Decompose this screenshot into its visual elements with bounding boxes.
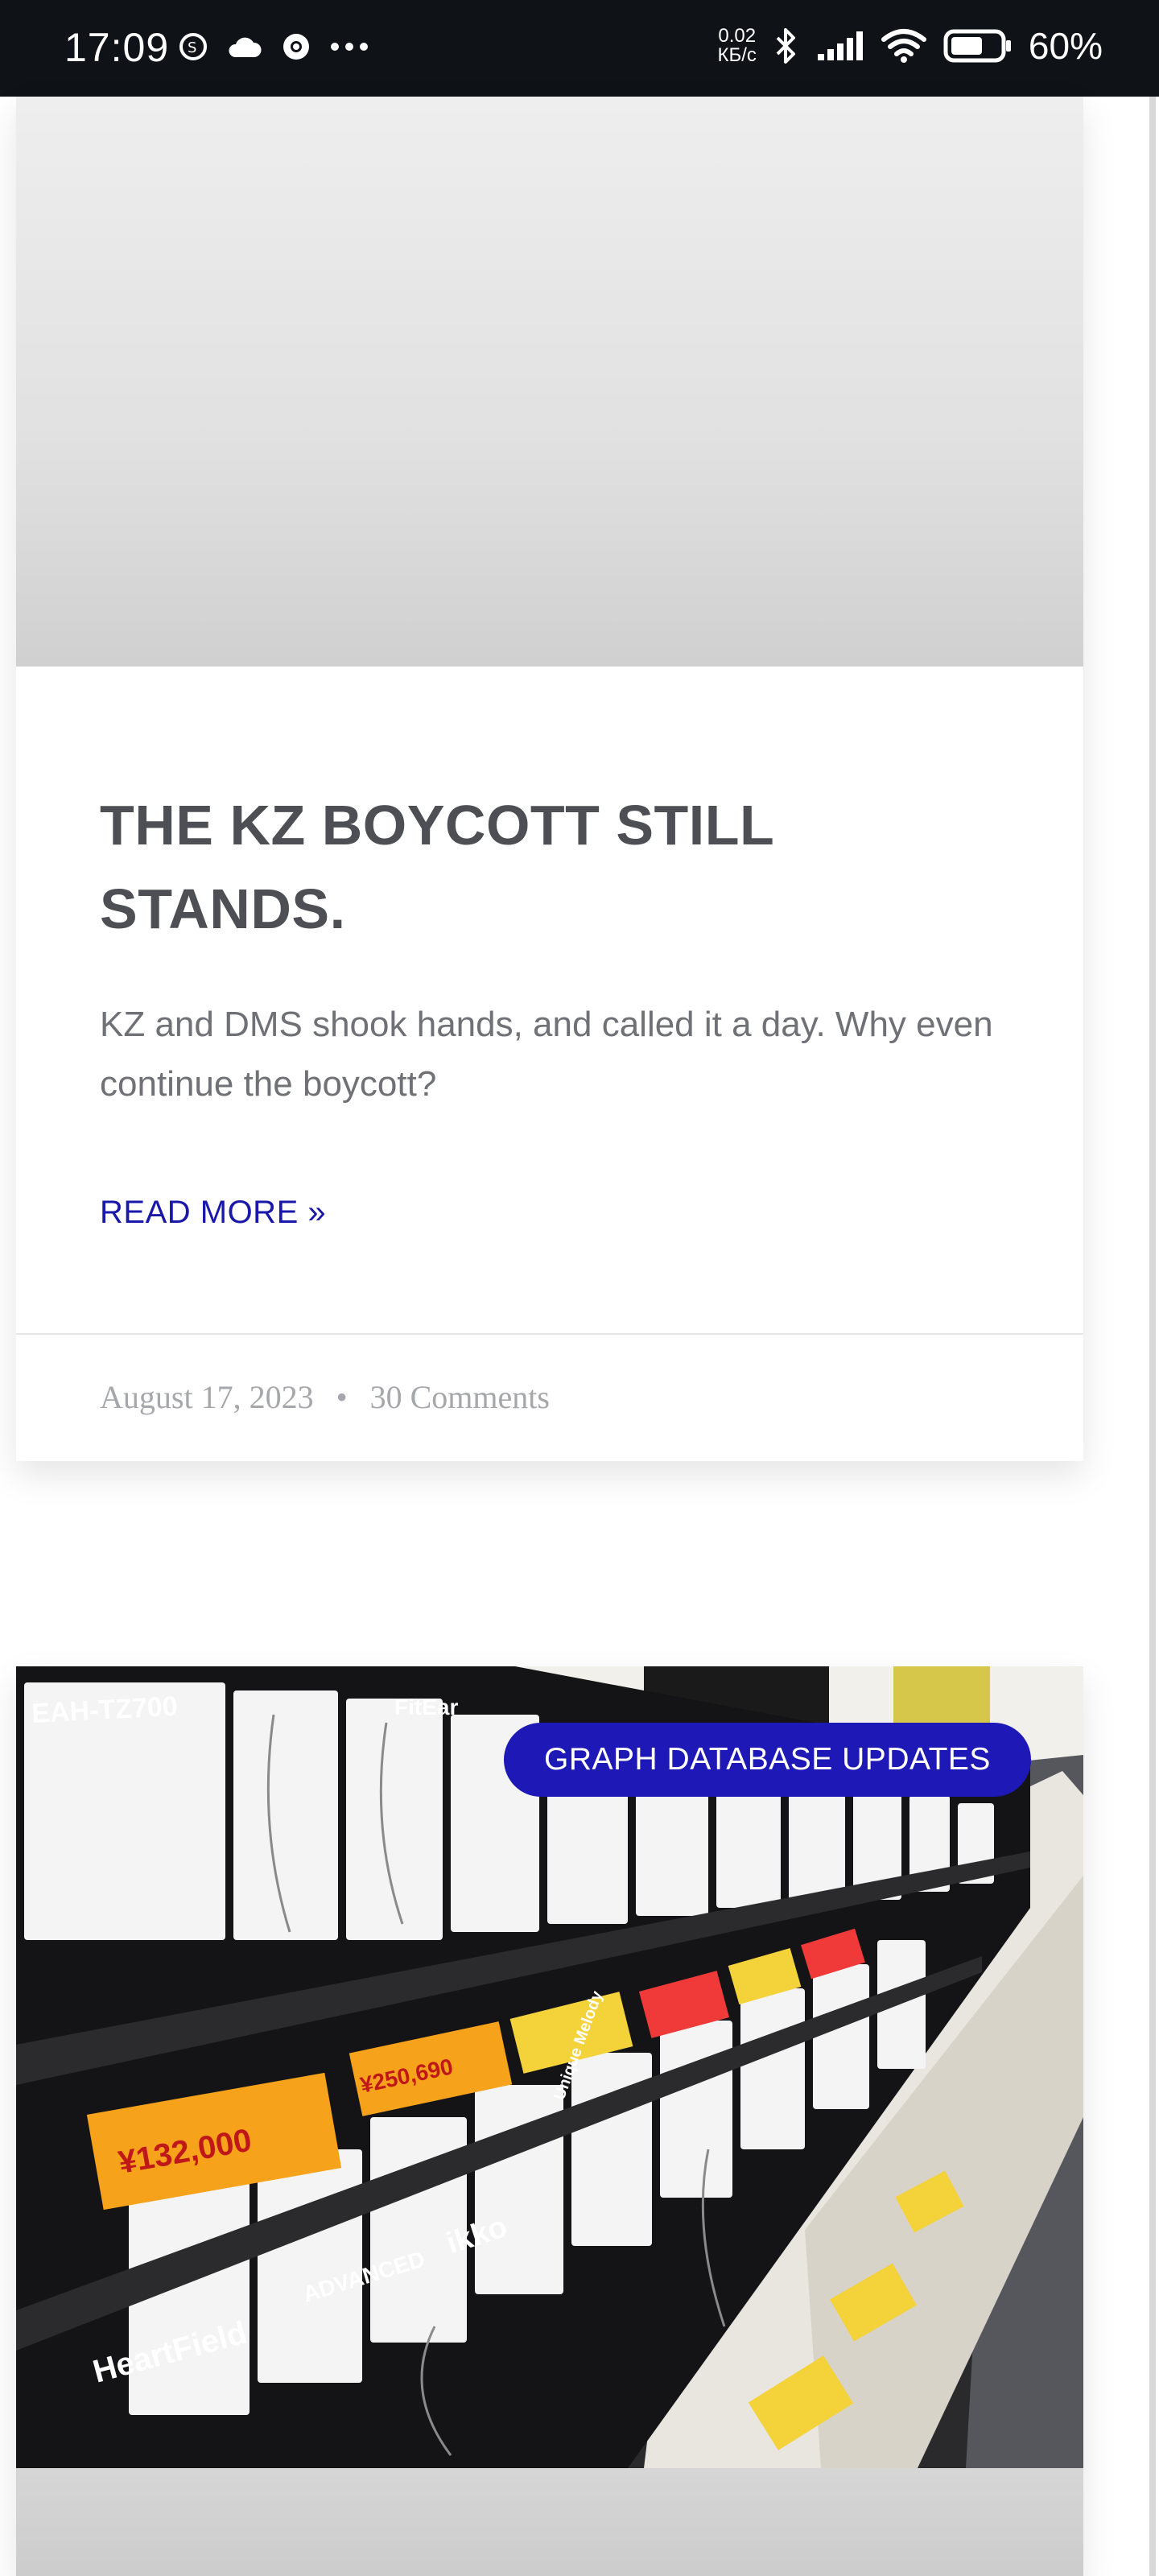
svg-text:S: S <box>188 39 196 56</box>
bluetooth-icon <box>776 28 795 64</box>
status-bar: 17:09 S 0.02 КБ/с 60% <box>0 0 1159 97</box>
post-card: THE KZ BOYCOTT STILL STANDS. KZ and DMS … <box>16 97 1083 1461</box>
post-card-body: THE KZ BOYCOTT STILL STANDS. KZ and DMS … <box>16 783 1083 1231</box>
battery-percentage: 60% <box>1028 25 1103 67</box>
post-card: EAH-TZ700 ¥132,000 ¥250,690 HeartField A… <box>16 1666 1083 2576</box>
post-meta: August 17, 2023 • 30 Comments <box>16 1333 1083 1461</box>
cloud-icon <box>229 37 262 57</box>
post-featured-image[interactable]: EAH-TZ700 ¥132,000 ¥250,690 HeartField A… <box>16 1666 1083 2468</box>
post-thumbnail[interactable] <box>16 97 1083 667</box>
battery-icon <box>943 29 1011 63</box>
net-speed-value: 0.02 <box>718 25 757 47</box>
scrollbar-track[interactable] <box>1149 97 1156 2576</box>
post-excerpt: KZ and DMS shook hands, and called it a … <box>100 1005 993 1104</box>
blog-feed: THE KZ BOYCOTT STILL STANDS. KZ and DMS … <box>0 97 1159 2576</box>
status-system-icons: 0.02 КБ/с 60% <box>718 24 1103 68</box>
category-badge[interactable]: GRAPH DATABASE UPDATES <box>504 1723 1031 1797</box>
net-speed-unit: КБ/с <box>717 44 757 66</box>
post-comments-link[interactable]: 30 Comments <box>370 1379 550 1415</box>
image-text-brand4: FitEar <box>394 1695 458 1719</box>
chrome-icon <box>283 34 309 60</box>
meta-separator: • <box>336 1379 348 1415</box>
status-time: 17:09 <box>64 25 170 70</box>
more-dots-icon <box>331 43 368 51</box>
mastodon-icon: S <box>179 33 207 60</box>
status-notification-icons: S <box>177 31 369 63</box>
post-date: August 17, 2023 <box>100 1379 314 1415</box>
network-speed: 0.02 КБ/с <box>718 27 757 65</box>
signal-icon <box>817 31 863 60</box>
read-more-link[interactable]: READ MORE » <box>100 1195 326 1231</box>
post-title[interactable]: THE KZ BOYCOTT STILL STANDS. <box>100 783 1000 951</box>
post-card-body-preview <box>16 2468 1083 2576</box>
wifi-icon <box>881 29 926 63</box>
